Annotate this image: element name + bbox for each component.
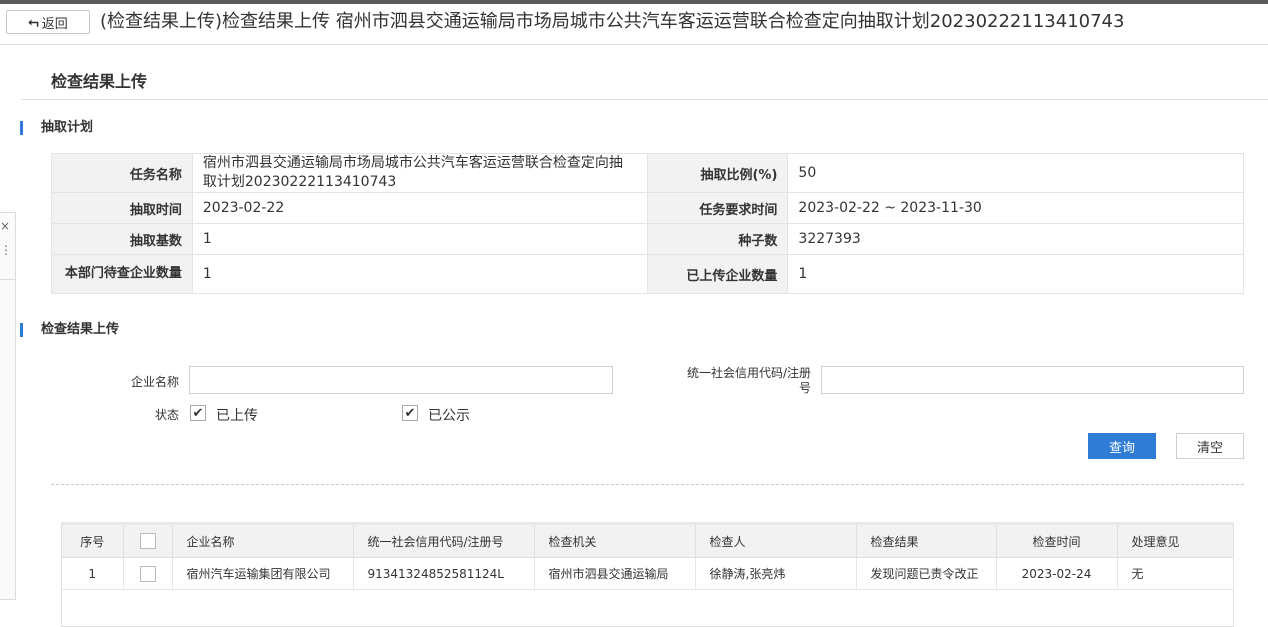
cell-result: 发现问题已责令改正 xyxy=(856,557,997,590)
col-header-inspector[interactable]: 检查人 xyxy=(695,525,857,558)
cell-inspector: 徐静涛,张亮炜 xyxy=(695,557,857,590)
back-button-label: 返回 xyxy=(41,16,68,32)
page-header: ⮢ 返回 (检查结果上传)检查结果上传 宿州市泗县交通运输局市场局城市公共汽车客… xyxy=(0,4,1268,45)
results-grid: 序号 企业名称 统一社会信用代码/注册号 检查机关 检查人 检查结果 检查时间 … xyxy=(61,522,1234,627)
published-checkbox[interactable]: ✔ xyxy=(402,405,418,421)
table-row[interactable]: 1 宿州汽车运输集团有限公司 91341324852581124L 宿州市泗县交… xyxy=(62,557,1234,590)
col-header-opinion[interactable]: 处理意见 xyxy=(1117,525,1234,558)
company-name-input[interactable] xyxy=(189,366,613,394)
plan-value: 3227393 xyxy=(787,223,1244,255)
plan-label: 本部门待查企业数量 xyxy=(51,254,193,294)
status-label: 状态 xyxy=(154,408,179,422)
uploaded-checkbox[interactable]: ✔ xyxy=(190,405,206,421)
side-collapsed-panel[interactable]: × ⋮ xyxy=(0,212,16,600)
company-name-label: 企业名称 xyxy=(130,375,179,389)
col-header-index[interactable]: 序号 xyxy=(62,525,124,558)
cell-authority: 宿州市泗县交通运输局 xyxy=(534,557,696,590)
back-arrow-icon: ⮢ xyxy=(28,14,39,30)
plan-value: 2023-02-22 ~ 2023-11-30 xyxy=(787,192,1244,224)
plan-label: 抽取基数 xyxy=(51,223,193,255)
credit-code-label: 统一社会信用代码/注册号 xyxy=(686,366,811,395)
plan-value: 2023-02-22 xyxy=(191,192,648,224)
plan-label: 抽取时间 xyxy=(51,192,193,224)
page-title: (检查结果上传)检查结果上传 宿州市泗县交通运输局市场局城市公共汽车客运运营联合… xyxy=(100,11,1125,32)
cell-select[interactable] xyxy=(123,557,173,590)
plan-value: 50 xyxy=(787,153,1244,193)
select-all-checkbox[interactable] xyxy=(139,533,156,549)
plan-label: 种子数 xyxy=(646,223,789,255)
plan-label: 任务名称 xyxy=(51,153,193,193)
plan-subtitle: 抽取计划 xyxy=(20,121,93,135)
more-icon[interactable]: ⋮ xyxy=(0,243,12,257)
cell-company[interactable]: 宿州汽车运输集团有限公司 xyxy=(172,557,354,590)
plan-value: 宿州市泗县交通运输局市场局城市公共汽车客运运营联合检查定向抽取计划2023022… xyxy=(191,153,648,193)
section-title: 检查结果上传 xyxy=(51,72,148,91)
plan-row: 本部门待查企业数量 1 已上传企业数量 1 xyxy=(51,254,1244,294)
clear-button[interactable]: 清空 xyxy=(1176,433,1244,459)
plan-row: 抽取基数 1 种子数 3227393 xyxy=(51,223,1244,255)
col-header-date[interactable]: 检查时间 xyxy=(996,525,1118,558)
back-button[interactable]: ⮢ 返回 xyxy=(6,10,90,34)
checkmark-icon: ✔ xyxy=(404,405,416,421)
col-header-select[interactable] xyxy=(123,525,173,558)
published-checkbox-label: 已公示 xyxy=(428,408,470,424)
plan-value: 1 xyxy=(191,223,648,255)
results-header-row: 序号 企业名称 统一社会信用代码/注册号 检查机关 检查人 检查结果 检查时间 … xyxy=(62,525,1234,558)
cell-date: 2023-02-24 xyxy=(996,557,1118,590)
divider xyxy=(21,99,1268,100)
plan-row: 任务名称 宿州市泗县交通运输局市场局城市公共汽车客运运营联合检查定向抽取计划20… xyxy=(51,153,1244,193)
plan-label: 已上传企业数量 xyxy=(646,254,789,294)
query-button[interactable]: 查询 xyxy=(1088,433,1156,459)
close-icon[interactable]: × xyxy=(0,219,10,233)
checkmark-icon: ✔ xyxy=(192,405,204,421)
results-table: 序号 企业名称 统一社会信用代码/注册号 检查机关 检查人 检查结果 检查时间 … xyxy=(62,525,1234,590)
plan-info-table: 任务名称 宿州市泗县交通运输局市场局城市公共汽车客运运营联合检查定向抽取计划20… xyxy=(51,153,1244,294)
uploaded-checkbox-label: 已上传 xyxy=(216,408,258,424)
col-header-company[interactable]: 企业名称 xyxy=(172,525,354,558)
plan-label: 任务要求时间 xyxy=(646,192,789,224)
row-checkbox[interactable] xyxy=(139,565,156,582)
cell-index: 1 xyxy=(62,557,124,590)
upload-subtitle: 检查结果上传 xyxy=(20,323,119,337)
plan-row: 抽取时间 2023-02-22 任务要求时间 2023-02-22 ~ 2023… xyxy=(51,192,1244,224)
col-header-credit-code[interactable]: 统一社会信用代码/注册号 xyxy=(353,525,535,558)
credit-code-input[interactable] xyxy=(821,366,1244,394)
col-header-authority[interactable]: 检查机关 xyxy=(534,525,696,558)
plan-value: 1 xyxy=(787,254,1244,294)
col-header-result[interactable]: 检查结果 xyxy=(856,525,997,558)
cell-opinion: 无 xyxy=(1117,557,1234,590)
plan-value: 1 xyxy=(191,254,648,294)
cell-credit-code: 91341324852581124L xyxy=(353,557,535,590)
plan-label: 抽取比例(%) xyxy=(646,153,789,193)
dashed-divider xyxy=(51,484,1244,485)
divider xyxy=(0,279,15,280)
